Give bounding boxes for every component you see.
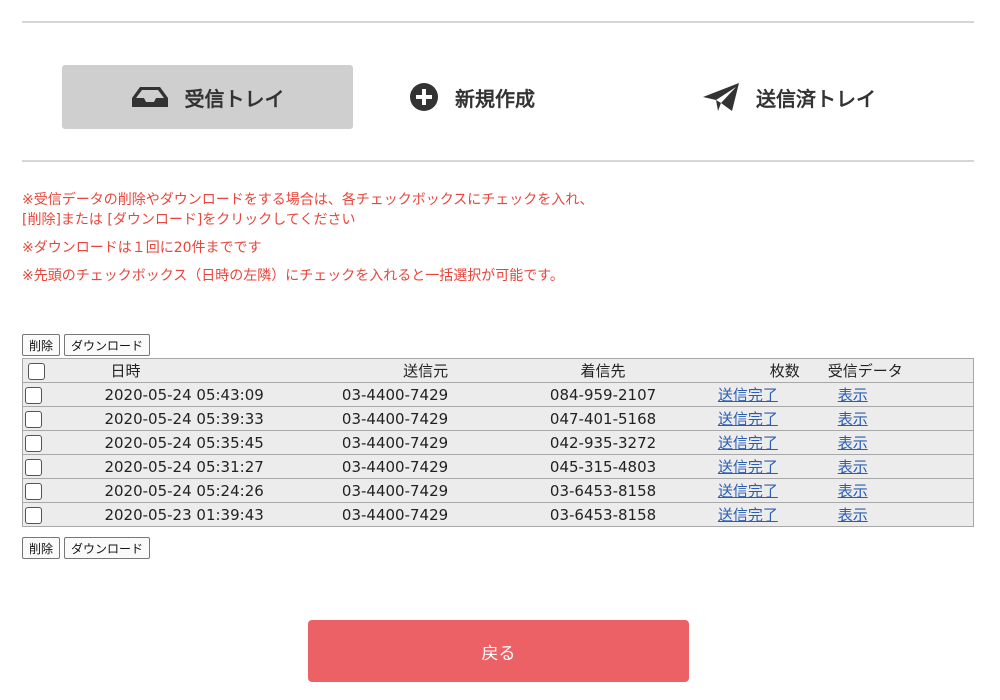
- plus-circle-icon: [409, 82, 439, 112]
- row-view-cell: 表示: [807, 502, 974, 527]
- row-checkbox[interactable]: [25, 458, 42, 476]
- download-button[interactable]: ダウンロード: [64, 334, 151, 356]
- row-from: 03-4400-7429: [308, 478, 449, 503]
- instruction-2: ※ダウンロードは１回に20件までです: [22, 240, 262, 256]
- row-date: 2020-05-24 05:24:26: [48, 478, 309, 503]
- delete-button-bottom[interactable]: 削除: [22, 537, 61, 559]
- row-to: 03-6453-8158: [448, 478, 688, 503]
- download-button-bottom[interactable]: ダウンロード: [64, 537, 151, 559]
- row-select-cell: [22, 382, 49, 407]
- instruction-1: ※受信データの削除やダウンロードをする場合は、各チェックボックスにチェックを入れ…: [22, 190, 593, 230]
- row-view-link[interactable]: 表示: [838, 506, 868, 524]
- instruction-1a: ※受信データの削除やダウンロードをする場合は、各チェックボックスにチェックを入れ…: [22, 192, 594, 208]
- table-header-row: 日時 送信元 着信先 枚数 受信データ: [22, 358, 974, 383]
- tab-compose[interactable]: 新規作成: [409, 65, 609, 129]
- middle-divider: [22, 160, 974, 162]
- row-checkbox[interactable]: [25, 386, 42, 404]
- row-date: 2020-05-24 05:43:09: [48, 382, 309, 407]
- row-from: 03-4400-7429: [308, 406, 449, 431]
- row-to: 042-935-3272: [448, 430, 688, 455]
- table-row: 2020-05-23 01:39:43 03-4400-7429 03-6453-8…: [22, 502, 974, 527]
- row-view-link[interactable]: 表示: [838, 482, 868, 500]
- row-select-cell: [22, 406, 49, 431]
- tab-inbox-label: 受信トレイ: [184, 86, 285, 111]
- row-date: 2020-05-24 05:39:33: [48, 406, 309, 431]
- top-divider: [22, 21, 974, 23]
- tab-compose-label: 新規作成: [455, 86, 535, 111]
- table-row: 2020-05-24 05:35:45 03-4400-7429 042-935-3…: [22, 430, 974, 455]
- row-status-cell: 送信完了: [687, 406, 808, 431]
- paper-plane-icon: [702, 81, 740, 113]
- row-view-cell: 表示: [807, 454, 974, 479]
- row-checkbox[interactable]: [25, 482, 42, 500]
- row-view-cell: 表示: [807, 406, 974, 431]
- table-row: 2020-05-24 05:31:27 03-4400-7429 045-315-4…: [22, 454, 974, 479]
- row-status-link[interactable]: 送信完了: [718, 506, 778, 524]
- row-checkbox[interactable]: [25, 506, 42, 524]
- header-to: 着信先: [448, 358, 688, 383]
- row-to: 047-401-5168: [448, 406, 688, 431]
- row-view-cell: 表示: [807, 478, 974, 503]
- header-pages: 枚数: [687, 358, 808, 383]
- instruction-1b: [削除]または [ダウンロード]をクリックしてください: [22, 212, 356, 228]
- row-status-cell: 送信完了: [687, 478, 808, 503]
- table-row: 2020-05-24 05:24:26 03-4400-7429 03-6453-8…: [22, 478, 974, 503]
- row-view-cell: 表示: [807, 382, 974, 407]
- select-all-checkbox[interactable]: [28, 362, 46, 380]
- row-view-link[interactable]: 表示: [838, 410, 868, 428]
- row-status-cell: 送信完了: [687, 430, 808, 455]
- row-date: 2020-05-23 01:39:43: [48, 502, 309, 527]
- back-button[interactable]: 戻る: [308, 620, 689, 682]
- tab-sent-label: 送信済トレイ: [756, 86, 876, 111]
- table-row: 2020-05-24 05:43:09 03-4400-7429 084-959-2…: [22, 382, 974, 407]
- row-checkbox[interactable]: [25, 434, 42, 452]
- row-to: 084-959-2107: [448, 382, 688, 407]
- instruction-3: ※先頭のチェックボックス（日時の左隣）にチェックを入れると一括選択が可能です。: [22, 268, 564, 284]
- table-row: 2020-05-24 05:39:33 03-4400-7429 047-401-5…: [22, 406, 974, 431]
- header-from: 送信元: [308, 358, 449, 383]
- row-view-link[interactable]: 表示: [838, 458, 868, 476]
- row-select-cell: [22, 430, 49, 455]
- row-view-cell: 表示: [807, 430, 974, 455]
- header-data: 受信データ: [807, 358, 974, 383]
- row-from: 03-4400-7429: [308, 430, 449, 455]
- row-from: 03-4400-7429: [308, 382, 449, 407]
- row-view-link[interactable]: 表示: [838, 434, 868, 452]
- select-all-cell: [22, 358, 49, 383]
- row-status-cell: 送信完了: [687, 454, 808, 479]
- row-date: 2020-05-24 05:35:45: [48, 430, 309, 455]
- row-select-cell: [22, 478, 49, 503]
- row-to: 045-315-4803: [448, 454, 688, 479]
- row-select-cell: [22, 454, 49, 479]
- row-to: 03-6453-8158: [448, 502, 688, 527]
- row-from: 03-4400-7429: [308, 502, 449, 527]
- message-table: 日時 送信元 着信先 枚数 受信データ 2020-05-24 05:43:09 0…: [22, 358, 974, 527]
- row-status-link[interactable]: 送信完了: [718, 434, 778, 452]
- row-checkbox[interactable]: [25, 410, 42, 428]
- inbox-icon: [131, 85, 169, 109]
- row-select-cell: [22, 502, 49, 527]
- header-date: 日時: [48, 358, 309, 383]
- mailbox-tabs: 受信トレイ 新規作成 送信済トレイ: [62, 65, 974, 129]
- row-status-cell: 送信完了: [687, 382, 808, 407]
- delete-button[interactable]: 削除: [22, 334, 61, 356]
- row-view-link[interactable]: 表示: [838, 386, 868, 404]
- top-toolbar: 削除 ダウンロード: [22, 334, 151, 356]
- row-status-link[interactable]: 送信完了: [718, 482, 778, 500]
- row-status-link[interactable]: 送信完了: [718, 386, 778, 404]
- instructions: ※受信データの削除やダウンロードをする場合は、各チェックボックスにチェックを入れ…: [22, 190, 593, 294]
- row-from: 03-4400-7429: [308, 454, 449, 479]
- row-status-cell: 送信完了: [687, 502, 808, 527]
- row-status-link[interactable]: 送信完了: [718, 410, 778, 428]
- bottom-toolbar: 削除 ダウンロード: [22, 537, 151, 559]
- row-status-link[interactable]: 送信完了: [718, 458, 778, 476]
- tab-sent[interactable]: 送信済トレイ: [702, 65, 942, 129]
- row-date: 2020-05-24 05:31:27: [48, 454, 309, 479]
- tab-inbox[interactable]: 受信トレイ: [62, 65, 353, 129]
